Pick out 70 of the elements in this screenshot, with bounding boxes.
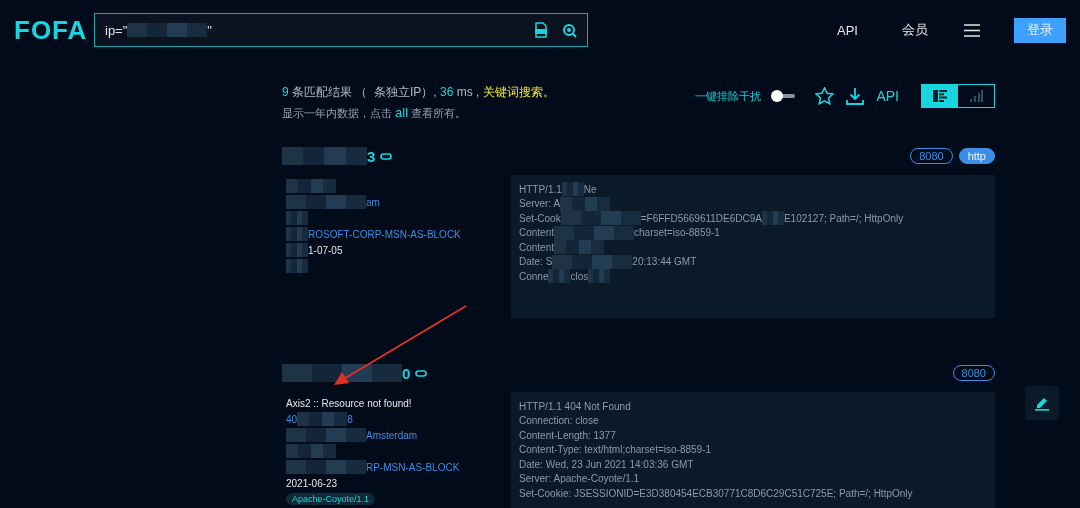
response-text: Date: S [519,256,553,268]
summary-text: 9 [282,85,289,99]
nav-link[interactable]: API [837,22,858,38]
response-text: charset=iso-8859-1 [634,227,720,239]
response-text: HTTP/1.1 404 Not Found [519,400,631,412]
search-icon[interactable] [562,22,577,38]
link-icon[interactable] [415,369,428,377]
file-icon[interactable] [534,22,548,38]
mosaic-redaction [761,211,784,226]
mosaic-redaction [286,259,308,273]
server-tag[interactable]: Apache-Coyote/1.1 [286,493,376,505]
response-text: Conne [519,270,549,282]
port-tag[interactable]: http [958,148,995,164]
response-text: Content-Type: text/html;charset=iso-8859-1 [519,444,712,456]
filter-label: 一键排除干扰 [695,88,762,104]
mosaic-redaction [286,243,308,257]
summary-text: 36 [440,85,454,99]
response-text: E102127; Path=/; HttpOnly [783,212,904,224]
mosaic-redaction [286,227,308,241]
info-link[interactable]: 8 [347,413,353,425]
info-text: 2021-06-23 [286,477,338,489]
bar-chart-icon [969,90,983,102]
response-text: Server: Apache-Coyote/1.1 [519,473,640,485]
response-text: HTTP/1.1 [519,183,562,195]
list-icon [933,90,947,102]
summary-text: ms , [455,85,481,99]
mosaic-redaction [297,412,348,426]
response-text: Connection: close [519,415,599,427]
response-text: Set-Cookie: JSESSIONID=E3D380454ECB30771C8D6C29C51C725E; Path=/; HttpOnly [519,487,913,499]
response-text: clos [570,270,589,282]
response-text: Ne [583,183,597,195]
result-title[interactable]: 3 [282,147,393,165]
response-text: Server: A [519,198,561,210]
search-field[interactable]: ip=" " [94,13,588,47]
response-text: Content [519,241,555,253]
info-link[interactable]: 40 [286,413,298,425]
response-text: Content [519,227,555,239]
summary-text: 关键词搜索。 [482,85,555,99]
info-text: Axis2 :: Resource not found! [286,397,412,409]
api-link[interactable]: API [876,88,899,104]
summary-text: 条匹配结果 （ [291,85,368,99]
all-link[interactable]: all [395,105,409,120]
info-text: 1-07-05 [308,244,343,256]
menu-icon[interactable] [964,23,980,37]
download-icon[interactable] [846,87,865,105]
mosaic-redaction [286,444,336,458]
query-text: " [207,22,212,38]
link-icon[interactable] [380,152,393,160]
star-icon[interactable] [815,87,835,105]
response-text: 20:13:44 GMT [632,256,697,268]
query-text: ip=" [105,22,128,38]
response-text: =F6FFD5669611DE6DC9A [640,212,762,224]
response-text: Content-Length: 1377 [519,429,616,441]
title-text: 0 [402,364,411,382]
info-link[interactable]: Amsterdam [366,429,418,441]
pencil-icon [1034,395,1050,411]
response-text: Date: Wed, 23 Jun 2021 14:03:36 GMT [519,458,694,470]
mosaic-redaction [286,211,308,225]
result-title[interactable]: 0 [282,364,428,382]
info-link[interactable]: am [366,196,380,208]
title-text: 3 [367,147,376,165]
nav-link[interactable]: 会员 [902,21,928,39]
info-link[interactable]: ROSOFT-CORP-MSN-AS-BLOCK [308,228,461,240]
summary-text: 条独立IP）, [373,85,438,99]
mosaic-redaction [286,179,336,193]
list-view-button[interactable] [922,85,958,107]
note-text: 显示一年内数据，点击 all 查看所有。 [282,105,468,121]
edit-button[interactable] [1025,386,1059,420]
response-text: Set-Cook [519,212,561,224]
info-link[interactable]: RP-MSN-AS-BLOCK [366,461,460,473]
